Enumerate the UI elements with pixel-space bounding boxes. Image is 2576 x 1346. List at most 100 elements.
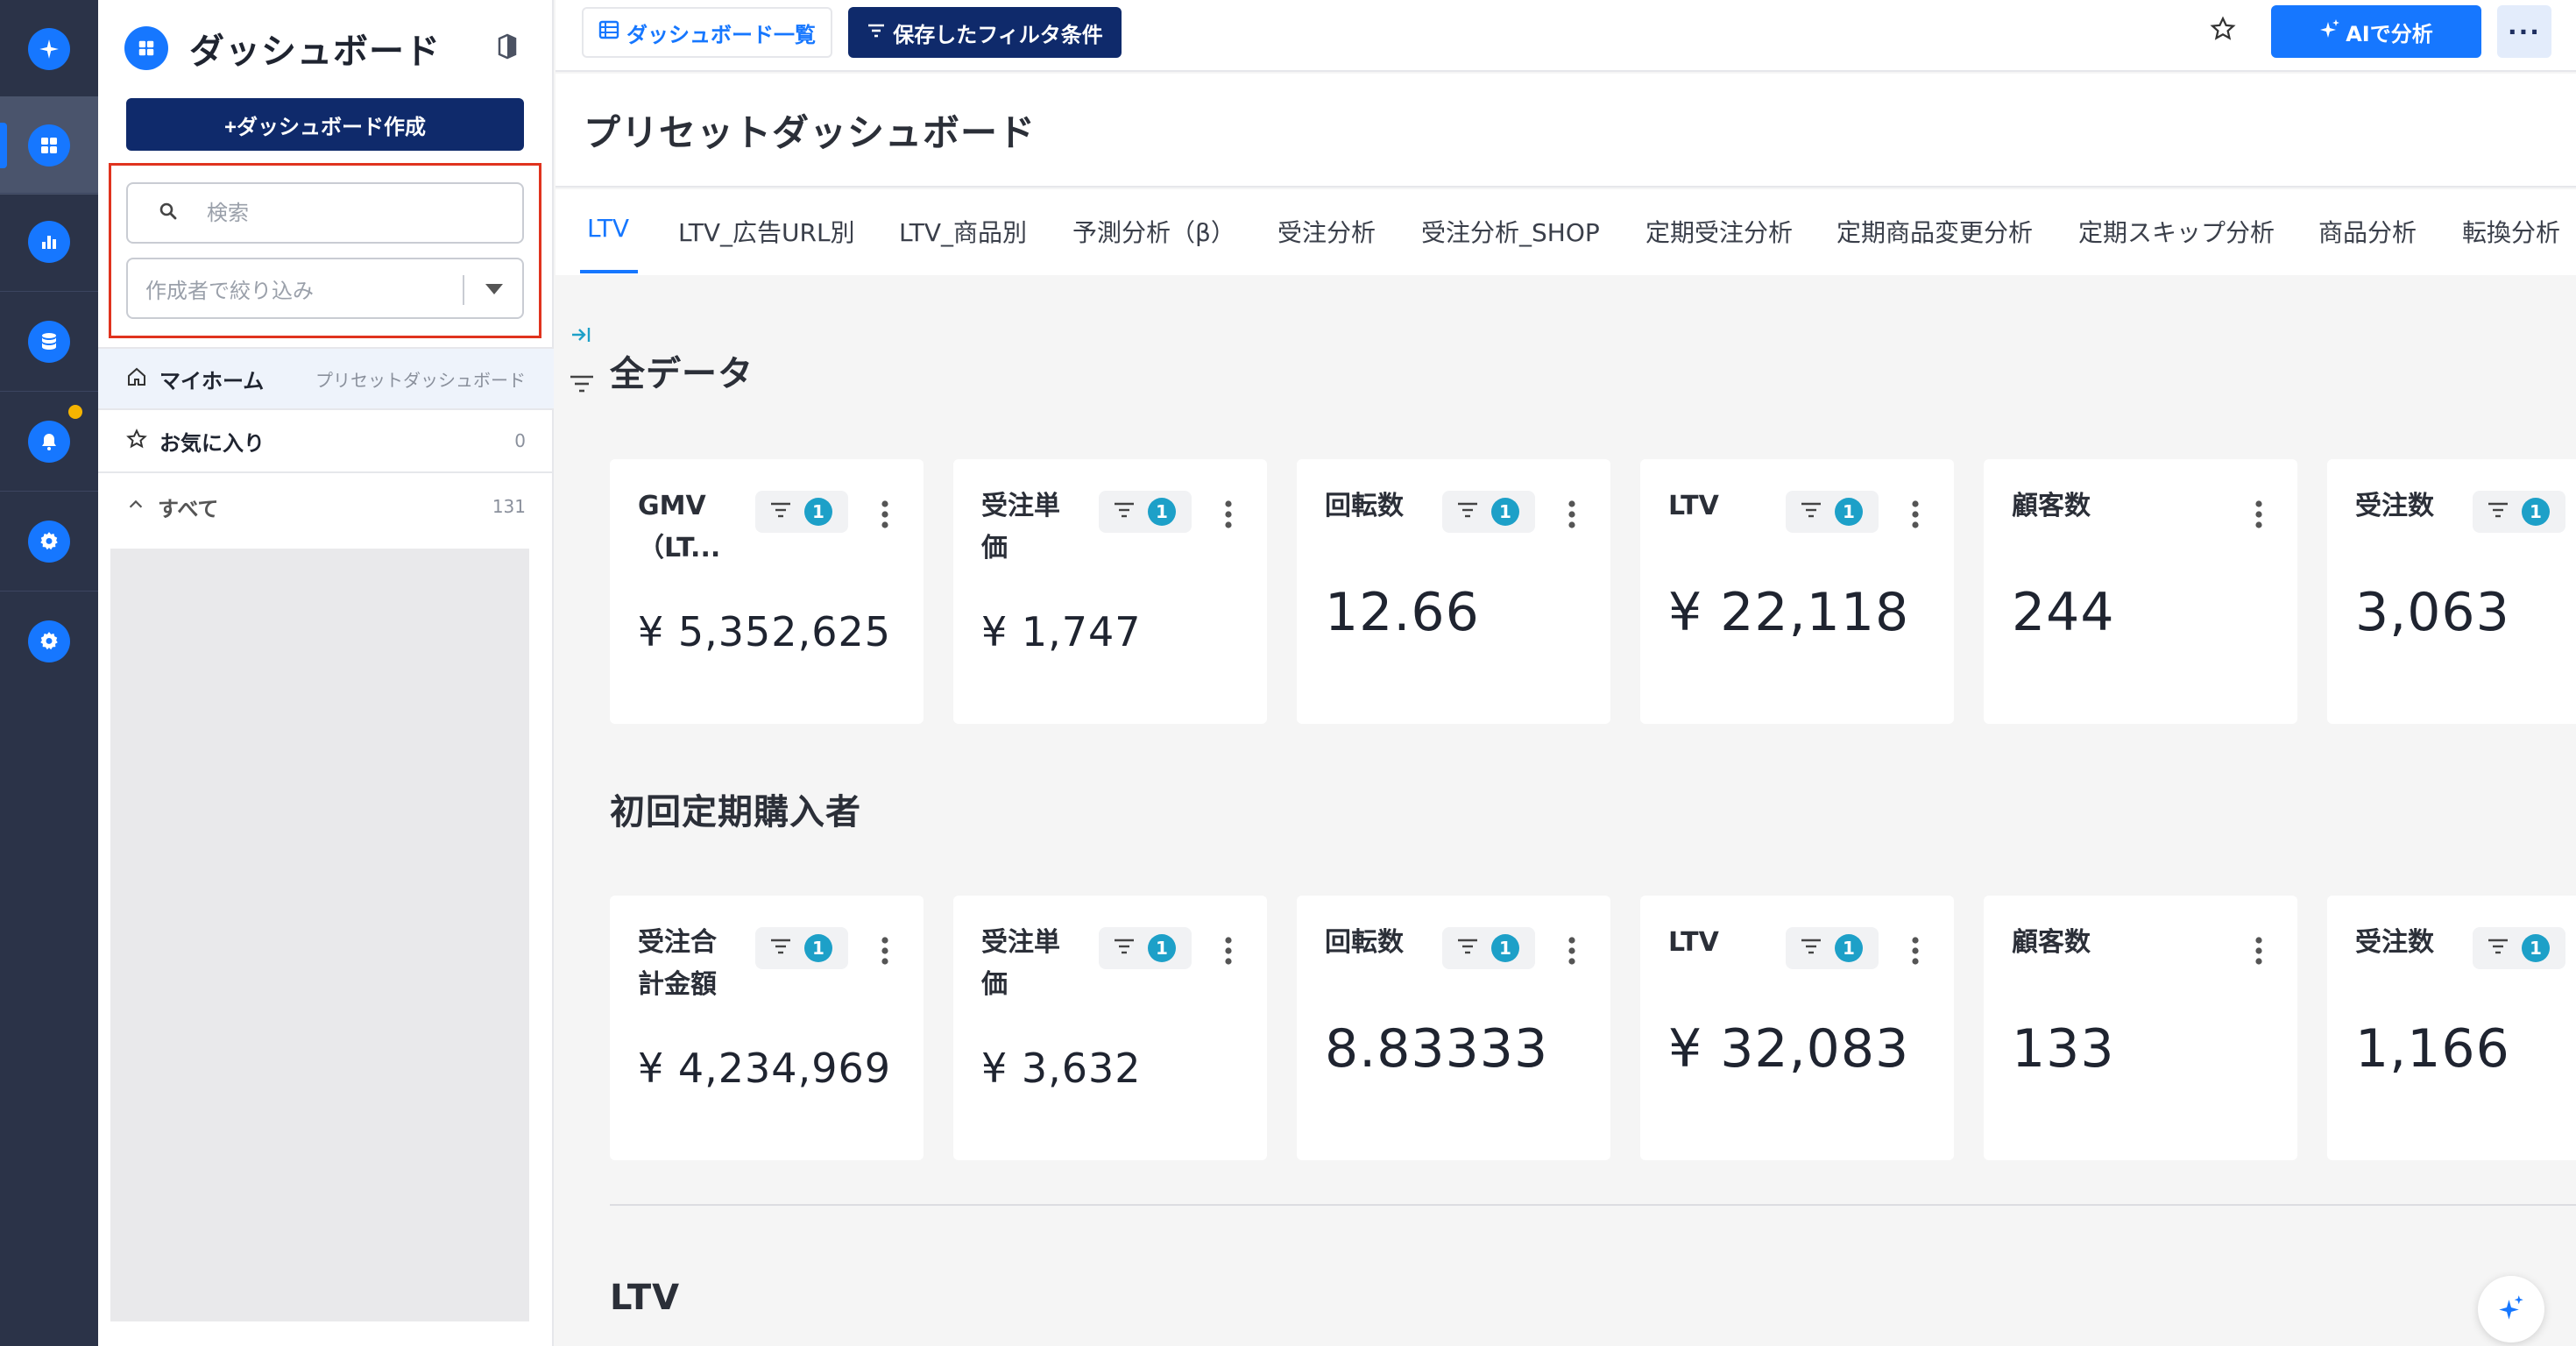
rail-divider — [0, 391, 98, 392]
sidebar-item-favorites[interactable]: お気に入り 0 — [98, 410, 554, 473]
chevron-up-icon[interactable] — [126, 495, 145, 518]
tab-subscription-product-change[interactable]: 定期商品変更分析 — [1836, 214, 2033, 249]
metric-card[interactable]: GMV（LT... 1 ¥ 5,352,625 — [610, 459, 924, 724]
gear-icon — [28, 620, 70, 662]
sparkle-icon — [28, 28, 70, 70]
metric-value: 1,166 — [2355, 1018, 2510, 1080]
metric-card[interactable]: LTV 1 ¥ 32,083 — [1640, 896, 1954, 1160]
kebab-menu-icon[interactable] — [880, 499, 890, 533]
rail-divider — [0, 591, 98, 592]
sidebar-title: ダッシュボード — [189, 32, 441, 72]
collapse-sidebar-icon[interactable] — [496, 33, 519, 63]
rail-report-button[interactable] — [0, 193, 98, 291]
expand-panel-icon[interactable] — [570, 324, 594, 349]
rail-ai-button[interactable] — [0, 0, 98, 98]
kebab-menu-icon[interactable] — [880, 936, 890, 969]
select-divider — [463, 275, 464, 305]
kebab-menu-icon[interactable] — [1567, 499, 1577, 533]
rail-settings-button[interactable] — [0, 492, 98, 591]
kebab-menu-icon[interactable] — [1223, 499, 1234, 533]
tab-ltv-ad-url[interactable]: LTV_広告URL別 — [678, 214, 855, 249]
dashboard-sidebar: ダッシュボード +ダッシュボード作成 作成者で絞り込み マイホーム プリセットダ… — [98, 0, 554, 1346]
dropdown-caret-icon[interactable] — [485, 284, 503, 294]
tab-order-analysis-shop[interactable]: 受注分析_SHOP — [1421, 214, 1600, 249]
rail-admin-button[interactable] — [0, 592, 98, 691]
search-field[interactable] — [126, 182, 524, 244]
app-rail — [0, 0, 98, 1346]
filter-count: 1 — [1835, 934, 1863, 962]
tab-subscription-order[interactable]: 定期受注分析 — [1645, 214, 1793, 249]
author-filter-placeholder: 作成者で絞り込み — [145, 278, 314, 303]
sparkle-icon — [2319, 18, 2340, 45]
kebab-menu-icon[interactable] — [2254, 499, 2264, 533]
gear-icon — [28, 521, 70, 563]
tab-forecast[interactable]: 予測分析（β） — [1072, 214, 1235, 249]
more-menu-button[interactable]: ··· — [2497, 5, 2551, 58]
active-tab-indicator — [580, 270, 638, 273]
dashboard-icon — [28, 124, 70, 166]
filter-icon — [769, 937, 792, 960]
metric-card[interactable]: 受注数 1 1,166 — [2327, 896, 2576, 1160]
card-filter-badge[interactable]: 1 — [2473, 491, 2565, 533]
metric-card[interactable]: 受注単価 1 ¥ 3,632 — [953, 896, 1267, 1160]
rail-database-button[interactable] — [0, 293, 98, 391]
tab-subscription-skip[interactable]: 定期スキップ分析 — [2078, 214, 2275, 249]
sidebar-item-label: お気に入り — [159, 430, 265, 456]
kebab-menu-icon[interactable] — [1223, 936, 1234, 969]
ai-assistant-fab[interactable] — [2478, 1276, 2544, 1342]
metric-card[interactable]: 顧客数 244 — [1984, 459, 2297, 724]
rail-notification-button[interactable] — [0, 393, 98, 491]
filter-count: 1 — [1148, 498, 1176, 526]
dashboard-tabs: LTV LTV_広告URL別 LTV_商品別 予測分析（β） 受注分析 受注分析… — [556, 189, 2576, 275]
card-filter-badge[interactable]: 1 — [755, 927, 848, 969]
sparkle-icon — [2498, 1294, 2524, 1324]
tab-order-analysis[interactable]: 受注分析 — [1277, 214, 1376, 249]
filter-icon — [1800, 500, 1822, 523]
card-filter-badge[interactable]: 1 — [1442, 491, 1535, 533]
search-input[interactable] — [207, 201, 496, 225]
card-filter-badge[interactable]: 1 — [1099, 927, 1192, 969]
card-filter-badge[interactable]: 1 — [1786, 927, 1879, 969]
metric-card[interactable]: LTV 1 ¥ 22,118 — [1640, 459, 1954, 724]
filter-count: 1 — [804, 934, 832, 962]
kebab-menu-icon[interactable] — [1567, 936, 1577, 969]
card-filter-badge[interactable]: 1 — [1786, 491, 1879, 533]
filter-icon[interactable] — [568, 372, 596, 400]
favorite-star-icon[interactable] — [2210, 16, 2236, 46]
metric-title: 受注数 — [2355, 927, 2434, 958]
tab-product-analysis[interactable]: 商品分析 — [2318, 214, 2417, 249]
author-filter-select[interactable]: 作成者で絞り込み — [126, 258, 524, 319]
filter-count: 1 — [804, 498, 832, 526]
card-filter-badge[interactable]: 1 — [1099, 491, 1192, 533]
metric-card[interactable]: 受注単価 1 ¥ 1,747 — [953, 459, 1267, 724]
kebab-menu-icon[interactable] — [1910, 499, 1921, 533]
home-icon — [126, 366, 147, 391]
sidebar-item-all[interactable]: すべて 131 — [98, 475, 554, 538]
saved-filter-button[interactable]: 保存したフィルタ条件 — [848, 7, 1122, 58]
filter-count: 1 — [1491, 934, 1519, 962]
card-filter-badge[interactable]: 1 — [755, 491, 848, 533]
card-filter-badge[interactable]: 1 — [1442, 927, 1535, 969]
ai-analyze-button[interactable]: AIで分析 — [2271, 5, 2481, 58]
filter-count: 1 — [2522, 498, 2550, 526]
kebab-menu-icon[interactable] — [1910, 936, 1921, 969]
metric-card[interactable]: 回転数 1 12.66 — [1297, 459, 1610, 724]
filter-icon — [1113, 937, 1136, 960]
metric-value: 12.66 — [1325, 582, 1480, 643]
card-filter-badge[interactable]: 1 — [2473, 927, 2565, 969]
metric-title: LTV — [1668, 927, 1719, 958]
tab-ltv-product[interactable]: LTV_商品別 — [899, 214, 1027, 249]
metric-value: ¥ 3,632 — [981, 1045, 1142, 1092]
dashboard-list-button[interactable]: ダッシュボード一覧 — [582, 7, 832, 58]
kebab-menu-icon[interactable] — [2254, 936, 2264, 969]
tab-conversion[interactable]: 転換分析 — [2462, 214, 2560, 249]
tab-ltv[interactable]: LTV — [587, 214, 629, 243]
sidebar-item-myhome[interactable]: マイホーム プリセットダッシュボード — [98, 347, 554, 410]
metric-card[interactable]: 受注数 1 3,063 — [2327, 459, 2576, 724]
create-dashboard-button[interactable]: +ダッシュボード作成 — [126, 98, 524, 151]
metric-card[interactable]: 顧客数 133 — [1984, 896, 2297, 1160]
rail-dashboard-button[interactable] — [0, 96, 98, 195]
metric-title: 回転数 — [1325, 927, 1404, 958]
metric-card[interactable]: 受注合計金額 1 ¥ 4,234,969 — [610, 896, 924, 1160]
metric-card[interactable]: 回転数 1 8.83333 — [1297, 896, 1610, 1160]
